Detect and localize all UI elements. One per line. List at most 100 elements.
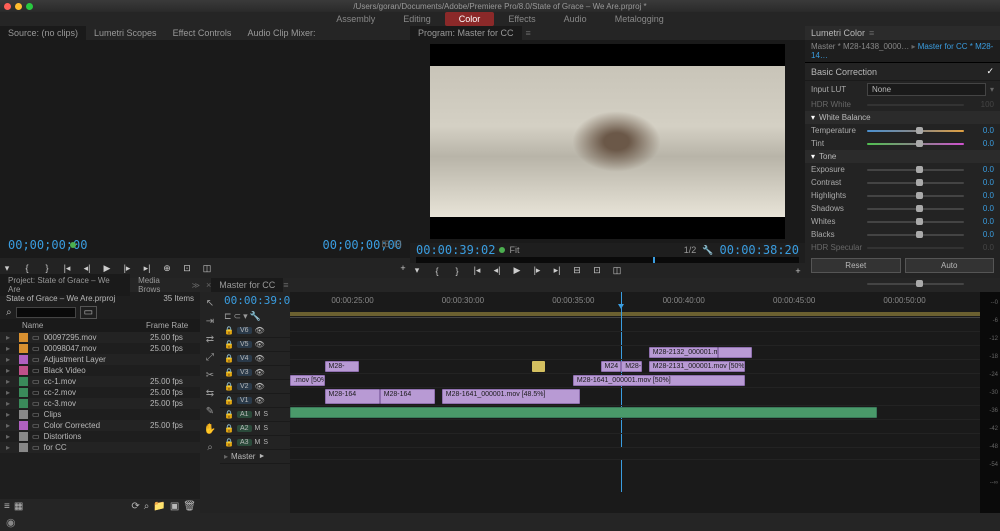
play-button[interactable]: ▶ (510, 264, 524, 278)
add-button[interactable]: + (396, 261, 410, 275)
timeline-clip[interactable]: M28-1641_000001.mov [50%] (573, 375, 746, 386)
track-label[interactable]: V2 (237, 383, 252, 390)
mark-in-button[interactable]: { (20, 261, 34, 275)
resolution-select[interactable]: 1/2 (684, 245, 697, 255)
col-fps[interactable]: Frame Rate (146, 321, 194, 330)
workspace-assembly[interactable]: Assembly (322, 12, 389, 26)
project-item[interactable]: ▸▭00098047.mov25.00 fps (0, 343, 200, 354)
export-frame-button[interactable]: ◫ (200, 261, 214, 275)
audio-track[interactable] (290, 434, 980, 448)
track-label[interactable]: A3 (237, 439, 252, 446)
linked-selection-icon[interactable]: ⊂ (234, 311, 242, 322)
list-view-icon[interactable]: ≡ (4, 501, 10, 512)
zoom-icon[interactable]: ⊞ (381, 239, 389, 250)
timeline-clip[interactable]: M28- (621, 361, 642, 372)
workspace-metalogging[interactable]: Metalogging (601, 12, 678, 26)
col-name[interactable]: Name (22, 321, 146, 330)
timeline-ruler[interactable]: 00:00:25:0000:00:30:0000:00:35:0000:00:4… (290, 292, 980, 318)
project-item[interactable]: ▸▭cc-2.mov25.00 fps (0, 387, 200, 398)
track-label[interactable]: V6 (237, 327, 252, 334)
project-item[interactable]: ▸▭Adjustment Layer (0, 354, 200, 365)
tint-value[interactable]: 0.0 (968, 139, 994, 148)
go-to-in-button[interactable]: |◂ (60, 261, 74, 275)
input-lut-select[interactable]: None (867, 83, 986, 96)
toggle-output-icon[interactable]: 👁 (255, 396, 265, 405)
workspace-color[interactable]: Color (445, 12, 495, 26)
timeline-tc[interactable]: 00:00:39:02 (220, 292, 290, 309)
toggle-output-icon[interactable]: 👁 (255, 382, 265, 391)
zoom-tool-icon[interactable]: ⌕ (203, 440, 217, 454)
track-label[interactable]: A1 (237, 411, 252, 418)
lock-icon[interactable]: 🔒 (224, 382, 234, 391)
video-track[interactable]: M28-1641_000001.mov [50%] .mov [50%] (290, 374, 980, 388)
timeline-clip[interactable]: M28-164 (380, 389, 435, 404)
add-marker-button[interactable]: ▾ (0, 261, 14, 275)
reset-button[interactable]: Reset (811, 258, 901, 273)
project-list[interactable]: ▸▭00097295.mov25.00 fps▸▭00098047.mov25.… (0, 332, 200, 499)
audio-track[interactable] (290, 420, 980, 434)
extract-button[interactable]: ⊡ (590, 264, 604, 278)
whites-slider[interactable] (867, 221, 964, 223)
timeline-clip[interactable]: M28-164 (325, 389, 380, 404)
track-label[interactable]: V1 (237, 397, 252, 404)
tab-audio-clip-mixer[interactable]: Audio Clip Mixer: (239, 26, 323, 40)
tab-source[interactable]: Source: (no clips) (0, 26, 86, 40)
eye-icon[interactable]: ◉ (6, 516, 16, 529)
audio-track[interactable] (290, 406, 980, 420)
settings-icon[interactable]: 🔧 (250, 311, 261, 322)
icon-view-icon[interactable]: ▦ (14, 501, 23, 512)
step-forward-button[interactable]: |▸ (530, 264, 544, 278)
search-input[interactable] (16, 307, 76, 318)
timeline-clip[interactable]: M28- (325, 361, 360, 372)
video-track[interactable]: M28-2132_000001.mov [50%] (290, 346, 980, 360)
project-item[interactable]: ▸▭Clips (0, 409, 200, 420)
track-label[interactable]: A2 (237, 425, 252, 432)
selection-tool-icon[interactable]: ↖ (203, 296, 217, 310)
step-back-button[interactable]: ◂| (490, 264, 504, 278)
export-frame-button[interactable]: ◫ (610, 264, 624, 278)
go-to-out-button[interactable]: ▸| (140, 261, 154, 275)
workspace-audio[interactable]: Audio (550, 12, 601, 26)
temp-value[interactable]: 0.0 (968, 126, 994, 135)
maximize-window-icon[interactable] (26, 3, 33, 10)
timeline-clip[interactable]: M28-1641_000001.mov [48.5%] (442, 389, 580, 404)
program-tc-current[interactable]: 00:00:39:02 (416, 243, 495, 257)
workspace-effects[interactable]: Effects (494, 12, 549, 26)
pen-tool-icon[interactable]: ✎ (203, 404, 217, 418)
automate-icon[interactable]: ⟳ (131, 501, 139, 512)
timeline-clip[interactable]: M28-2132_000001.mov [50%] (649, 347, 718, 358)
close-window-icon[interactable] (4, 3, 11, 10)
snap-icon[interactable]: ⊏ (224, 311, 232, 322)
settings-icon[interactable]: ⊟ (394, 239, 402, 250)
wrench-icon[interactable]: 🔧 (702, 245, 713, 256)
lock-icon[interactable]: 🔒 (224, 424, 234, 433)
tone-group-label[interactable]: Tone (819, 152, 836, 161)
slip-tool-icon[interactable]: ⇆ (203, 386, 217, 400)
timeline-clip[interactable] (718, 347, 753, 358)
video-track[interactable] (290, 332, 980, 346)
lock-icon[interactable]: 🔒 (224, 340, 234, 349)
project-item[interactable]: ▸▭Distortions (0, 431, 200, 442)
hand-tool-icon[interactable]: ✋ (203, 422, 217, 436)
tab-effect-controls[interactable]: Effect Controls (165, 26, 240, 40)
program-tc-duration[interactable]: 00:00:38:20 (720, 243, 799, 257)
wb-group-label[interactable]: White Balance (819, 113, 871, 122)
play-button[interactable]: ▶ (100, 261, 114, 275)
lock-icon[interactable]: 🔒 (224, 410, 234, 419)
timeline-tracks[interactable]: 00:00:25:0000:00:30:0000:00:35:0000:00:4… (290, 292, 980, 513)
check-icon[interactable]: ✓ (986, 66, 994, 77)
shadows-slider[interactable] (867, 208, 964, 210)
project-item[interactable]: ▸▭cc-3.mov25.00 fps (0, 398, 200, 409)
zoom-fit-select[interactable]: Fit (509, 245, 519, 255)
add-marker-button[interactable]: ▾ (410, 264, 424, 278)
timeline-clip[interactable]: .mov [50%] (290, 375, 325, 386)
mark-in-button[interactable]: { (430, 264, 444, 278)
step-back-button[interactable]: ◂| (80, 261, 94, 275)
playhead-icon[interactable] (653, 257, 655, 263)
timeline-clip[interactable]: M28-2131_000001.mov [50%] (649, 361, 746, 372)
tab-sequence[interactable]: Master for CC (211, 278, 283, 292)
find-icon[interactable]: ⌕ (144, 501, 150, 512)
video-track[interactable]: M28-2131_000001.mov [50%]M24M28-M28- (290, 360, 980, 374)
lock-icon[interactable]: 🔒 (224, 326, 234, 335)
toggle-output-icon[interactable]: 👁 (255, 368, 265, 377)
